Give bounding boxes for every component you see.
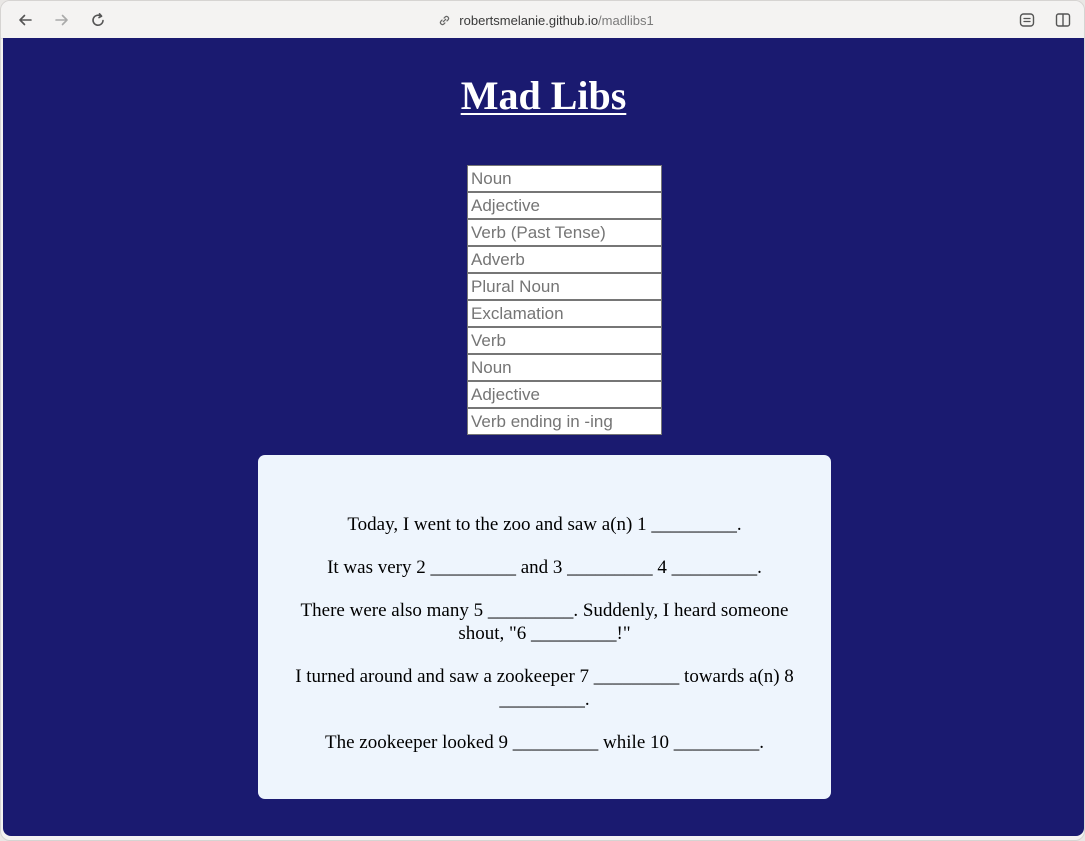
arrow-left-icon	[19, 14, 32, 26]
page-viewport: Mad Libs Today, I went to the zoo and sa…	[3, 38, 1084, 836]
reader-button[interactable]	[1017, 10, 1037, 30]
word-inputs	[467, 165, 662, 435]
url-host: robertsmelanie.github.io	[459, 12, 599, 28]
story-line-3: There were also many 5 _________. Sudden…	[300, 600, 789, 644]
arrow-right-icon	[55, 14, 68, 26]
noun-input-1[interactable]	[467, 165, 662, 192]
verb-input[interactable]	[467, 327, 662, 354]
story-line-1: Today, I went to the zoo and saw a(n) 1 …	[347, 514, 742, 535]
adjective-input-1[interactable]	[467, 192, 662, 219]
back-button[interactable]	[15, 10, 35, 30]
sidebar-button[interactable]	[1053, 10, 1073, 30]
url-path: /madlibs1	[598, 12, 654, 28]
forward-button[interactable]	[52, 10, 72, 30]
adjective-input-2[interactable]	[467, 381, 662, 408]
address-bar[interactable]: robertsmelanie.github.io/madlibs1	[381, 9, 711, 31]
sidebar-icon	[1055, 13, 1071, 27]
browser-toolbar: robertsmelanie.github.io/madlibs1	[1, 1, 1084, 39]
browser-window: robertsmelanie.github.io/madlibs1 Mad Li…	[0, 0, 1085, 841]
verb-past-input[interactable]	[467, 219, 662, 246]
noun-input-2[interactable]	[467, 354, 662, 381]
adverb-input[interactable]	[467, 246, 662, 273]
story-line-2: It was very 2 _________ and 3 _________ …	[327, 557, 762, 578]
page-title: Mad Libs	[460, 73, 627, 118]
reload-button[interactable]	[88, 10, 108, 30]
reload-icon	[92, 13, 104, 26]
plural-noun-input[interactable]	[467, 273, 662, 300]
link-icon	[438, 14, 451, 27]
reader-icon	[1019, 13, 1035, 27]
story-panel: Today, I went to the zoo and saw a(n) 1 …	[258, 455, 831, 799]
story-line-5: The zookeeper looked 9 _________ while 1…	[324, 732, 765, 753]
verb-ing-input[interactable]	[467, 408, 662, 435]
story-line-4: I turned around and saw a zookeeper 7 __…	[295, 666, 794, 710]
exclamation-input[interactable]	[467, 300, 662, 327]
